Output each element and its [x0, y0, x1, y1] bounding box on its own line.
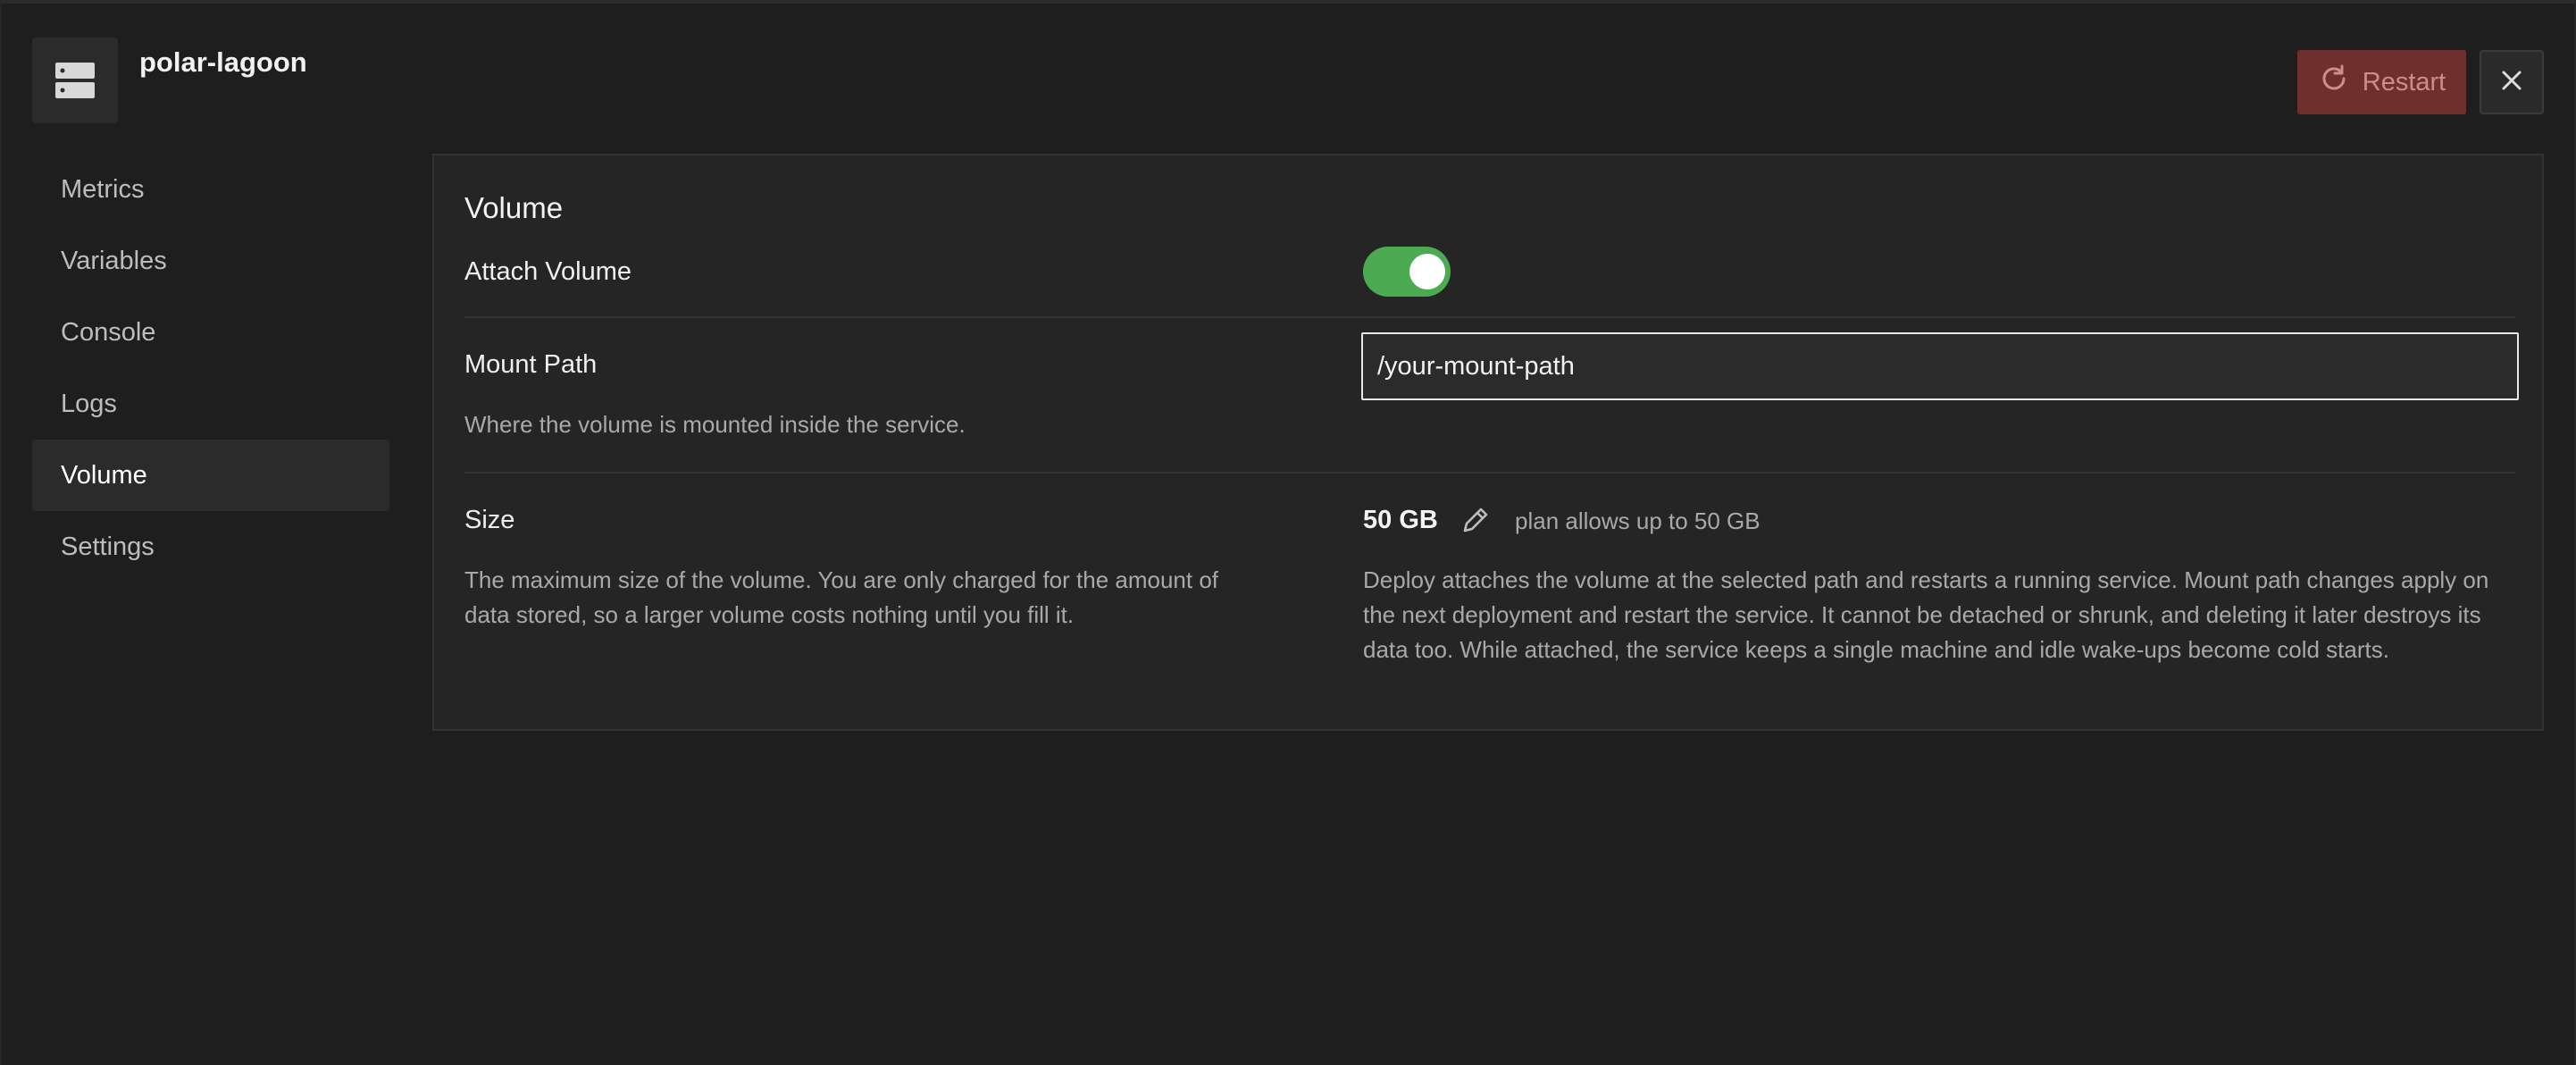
sidebar-item-variables[interactable]: Variables — [32, 225, 389, 297]
toggle-knob — [1409, 254, 1445, 289]
refresh-icon — [2318, 63, 2350, 102]
sidebar-item-metrics[interactable]: Metrics — [32, 154, 389, 225]
section-title: Volume — [464, 191, 564, 224]
attach-volume-toggle[interactable] — [1363, 247, 1451, 297]
close-icon — [2499, 68, 2524, 97]
size-help: The maximum size of the volume. You are … — [464, 563, 1218, 633]
deploy-warning: Deploy attaches the volume at the select… — [1363, 566, 2489, 663]
sidebar-item-logs[interactable]: Logs — [32, 368, 389, 440]
restart-button[interactable]: Restart — [2297, 50, 2466, 114]
size-help-line: data stored, so a larger volume costs no… — [464, 601, 1075, 628]
size-label: Size — [464, 506, 515, 534]
mount-path-input[interactable] — [1361, 332, 2519, 400]
sidebar-nav: Metrics Variables Console Logs Volume Se… — [32, 154, 389, 583]
pencil-icon[interactable] — [1458, 502, 1493, 538]
server-icon — [32, 38, 118, 123]
app-frame: polar-lagoon Restart Metrics Variables C… — [0, 0, 2576, 1065]
sidebar-item-console[interactable]: Console — [32, 297, 389, 368]
size-value: 50 GB — [1363, 506, 1438, 534]
sidebar-item-volume[interactable]: Volume — [32, 440, 389, 511]
restart-label: Restart — [2362, 67, 2446, 96]
divider — [464, 316, 2515, 318]
volume-panel: Volume Attach Volume Mount Path Where th… — [432, 154, 2544, 731]
service-title: polar-lagoon — [139, 46, 307, 78]
divider — [464, 472, 2515, 474]
sidebar-item-settings[interactable]: Settings — [32, 511, 389, 583]
attach-volume-label: Attach Volume — [464, 257, 631, 286]
close-button[interactable] — [2480, 50, 2544, 114]
mount-path-label: Mount Path — [464, 350, 598, 379]
mount-path-help: Where the volume is mounted inside the s… — [464, 411, 966, 438]
size-help-line: The maximum size of the volume. You are … — [464, 566, 1219, 593]
plan-limit-note: plan allows up to 50 GB — [1515, 507, 1761, 534]
